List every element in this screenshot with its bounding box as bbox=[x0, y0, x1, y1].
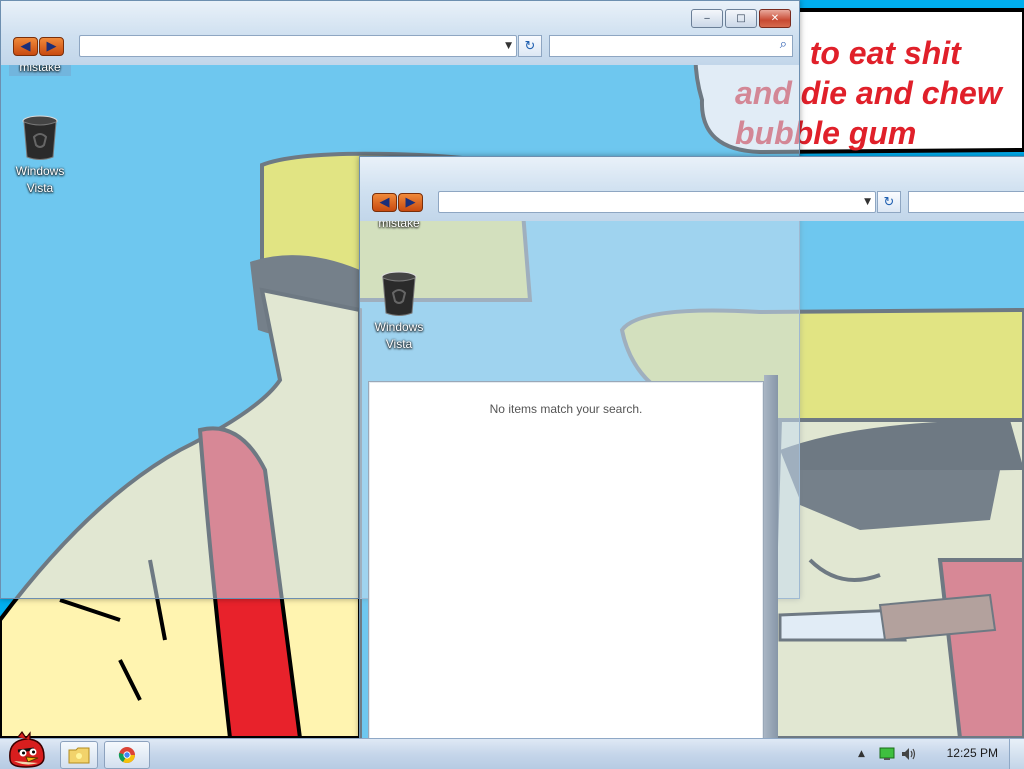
maximize-button[interactable]: □ bbox=[725, 9, 757, 28]
no-results-message: No items match your search. bbox=[489, 402, 643, 416]
explorer-window-front[interactable]: ◀ ▶ ▼ ↻ mistake Windows Vista No items m… bbox=[359, 156, 1024, 758]
clock-time[interactable]: 12:25 PM bbox=[947, 746, 998, 760]
address-bar[interactable]: ▼ bbox=[79, 35, 517, 57]
icon-label-line-2: Vista bbox=[385, 337, 413, 351]
refresh-icon: ↻ bbox=[524, 38, 536, 54]
icon-label-line-2: Vista bbox=[26, 181, 54, 195]
search-input[interactable] bbox=[908, 191, 1024, 213]
arrow-right-icon: ▶ bbox=[46, 39, 57, 54]
taskbar-explorer-button[interactable] bbox=[60, 741, 98, 769]
caption-buttons: ‒ □ ✕ bbox=[691, 9, 791, 28]
icon-label-line-1: Windows bbox=[374, 320, 424, 334]
taskbar-chrome-button[interactable] bbox=[104, 741, 150, 769]
desktop-icon-windows-vista[interactable]: Windows Vista bbox=[368, 319, 430, 353]
back-button[interactable]: ◀ bbox=[13, 37, 38, 56]
arrow-left-icon: ◀ bbox=[379, 195, 390, 210]
recycle-bin-icon[interactable] bbox=[21, 115, 59, 161]
nav-buttons: ◀ ▶ bbox=[13, 37, 64, 56]
taskbar: ▲ 12:25 PM bbox=[0, 731, 1024, 769]
back-button[interactable]: ◀ bbox=[372, 193, 397, 212]
arrow-right-icon: ▶ bbox=[405, 195, 416, 210]
network-icon[interactable] bbox=[879, 747, 895, 761]
refresh-button[interactable]: ↻ bbox=[518, 35, 542, 57]
desktop-icon-mistake[interactable]: mistake bbox=[368, 221, 430, 232]
forward-button[interactable]: ▶ bbox=[398, 193, 423, 212]
show-hidden-icons-button[interactable]: ▲ bbox=[858, 749, 865, 759]
show-desktop-button[interactable] bbox=[1009, 739, 1024, 769]
chevron-down-icon[interactable]: ▼ bbox=[505, 41, 512, 51]
minimize-button[interactable]: ‒ bbox=[691, 9, 723, 28]
explorer-folder-icon bbox=[68, 747, 90, 764]
close-button[interactable]: ✕ bbox=[759, 9, 791, 28]
volume-icon[interactable] bbox=[901, 747, 917, 761]
search-results-pane: No items match your search. bbox=[368, 381, 764, 749]
desktop-icon-windows-vista[interactable]: Windows Vista bbox=[9, 163, 71, 197]
chevron-down-icon[interactable]: ▼ bbox=[864, 197, 871, 207]
forward-button[interactable]: ▶ bbox=[39, 37, 64, 56]
chrome-icon bbox=[118, 747, 135, 764]
icon-label-line-1: Windows bbox=[15, 164, 65, 178]
arrow-left-icon: ◀ bbox=[20, 39, 31, 54]
refresh-button[interactable]: ↻ bbox=[877, 191, 901, 213]
recycle-bin-icon[interactable] bbox=[380, 271, 418, 317]
search-icon[interactable]: ⌕ bbox=[780, 37, 787, 52]
refresh-icon: ↻ bbox=[883, 194, 895, 210]
nav-buttons: ◀ ▶ bbox=[372, 193, 423, 212]
system-tray: ▲ bbox=[858, 739, 917, 769]
angry-bird-start-icon[interactable] bbox=[4, 731, 48, 769]
window-content: mistake Windows Vista No items match you… bbox=[368, 221, 1024, 749]
desktop-icon-mistake[interactable]: mistake bbox=[9, 65, 71, 76]
address-bar[interactable]: ▼ bbox=[438, 191, 876, 213]
search-input[interactable]: ⌕ bbox=[549, 35, 793, 57]
results-pane-scrollbar[interactable] bbox=[764, 375, 778, 749]
